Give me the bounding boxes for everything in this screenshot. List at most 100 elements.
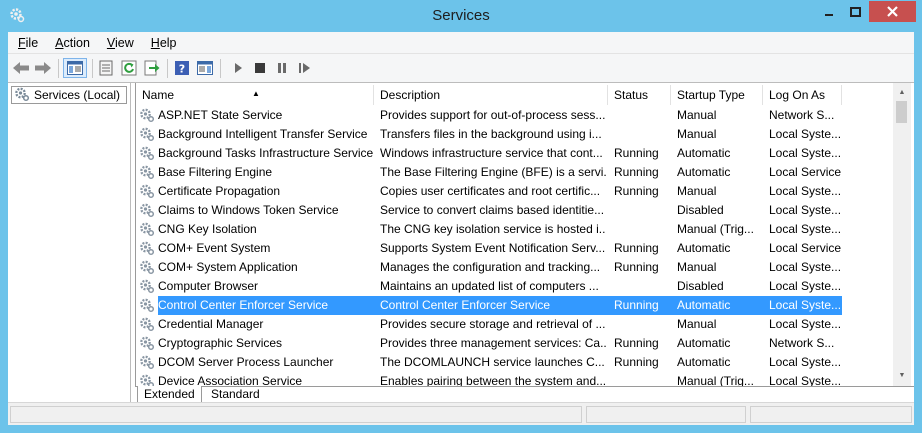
table-row-selected[interactable]: Control Center Enforcer Service Control C… (136, 296, 842, 315)
service-name: ASP.NET State Service (158, 108, 283, 122)
service-description: Copies user certificates and root certif… (380, 184, 601, 198)
help-icon[interactable]: ? (172, 58, 192, 78)
service-description: Manages the configuration and tracking..… (380, 260, 601, 274)
service-log-on-as: Local Service (769, 165, 842, 179)
show-action-pane-icon[interactable] (195, 58, 215, 78)
service-log-on-as: Local Syste... (769, 260, 842, 274)
scroll-up-icon[interactable]: ▲ (897, 87, 907, 97)
service-name: Control Center Enforcer Service (158, 298, 329, 312)
service-status: Running (614, 241, 659, 255)
services-window: Services File Action View Help ? Service… (0, 0, 922, 433)
service-gear-icon (139, 259, 155, 275)
forward-arrow-icon[interactable] (33, 58, 53, 78)
restart-service-icon[interactable] (295, 58, 315, 78)
table-row[interactable]: Background Intelligent Transfer Service T… (136, 125, 842, 144)
service-startup-type: Manual (677, 317, 717, 331)
service-description: Service to convert claims based identiti… (380, 203, 605, 217)
minimize-button[interactable] (815, 1, 842, 22)
services-gear-icon (14, 86, 30, 105)
service-log-on-as: Local Syste... (769, 184, 842, 198)
table-row[interactable]: Claims to Windows Token Service Service t… (136, 201, 842, 220)
table-row[interactable]: Background Tasks Infrastructure Service W… (136, 144, 842, 163)
service-log-on-as: Local Syste... (769, 298, 842, 312)
table-row[interactable]: DCOM Server Process Launcher The DCOMLAUN… (136, 353, 842, 372)
menu-file[interactable]: File (8, 36, 45, 50)
properties-icon[interactable] (96, 58, 116, 78)
service-gear-icon (139, 278, 155, 294)
window-title: Services (432, 7, 490, 24)
service-log-on-as: Local Syste... (769, 146, 842, 160)
column-header-log-on-as[interactable]: Log On As (763, 85, 842, 105)
service-startup-type: Manual (677, 108, 717, 122)
column-header-name[interactable]: Name ▲ (136, 85, 374, 105)
service-name: CNG Key Isolation (158, 222, 257, 236)
service-startup-type: Manual (Trig... (677, 374, 754, 386)
table-row[interactable]: ASP.NET State Service Provides support fo… (136, 106, 842, 125)
vertical-scrollbar[interactable]: ▲ ▼ (893, 83, 911, 386)
menu-view[interactable]: View (97, 36, 141, 50)
status-pane (10, 406, 582, 423)
service-log-on-as: Local Service (769, 241, 842, 255)
service-log-on-as: Network S... (769, 336, 835, 350)
service-gear-icon (139, 354, 155, 370)
menu-action[interactable]: Action (45, 36, 97, 50)
service-gear-icon (139, 221, 155, 237)
service-status: Running (614, 165, 659, 179)
table-row[interactable]: COM+ Event System Supports System Event N… (136, 239, 842, 258)
service-name: Background Intelligent Transfer Service (158, 127, 368, 141)
service-log-on-as: Network S... (769, 108, 835, 122)
service-status: Running (614, 184, 659, 198)
service-startup-type: Disabled (677, 203, 724, 217)
service-description: The DCOMLAUNCH service launches C... (380, 355, 605, 369)
table-row[interactable]: Device Association Service Enables pairin… (136, 372, 842, 386)
column-header-description[interactable]: Description (374, 85, 608, 105)
menu-help[interactable]: Help (141, 36, 184, 50)
title-bar[interactable]: Services (0, 0, 922, 32)
service-name: Base Filtering Engine (158, 165, 273, 179)
service-gear-icon (139, 335, 155, 351)
column-header-startup-type[interactable]: Startup Type (671, 85, 763, 105)
console-tree: Services (Local) (8, 83, 131, 403)
scroll-down-icon[interactable]: ▼ (897, 370, 907, 380)
svg-text:?: ? (179, 63, 185, 76)
table-row[interactable]: Cryptographic Services Provides three man… (136, 334, 842, 353)
table-row[interactable]: Base Filtering Engine The Base Filtering … (136, 163, 842, 182)
scrollbar-thumb[interactable] (896, 101, 907, 123)
tree-item-services-local[interactable]: Services (Local) (11, 86, 127, 104)
service-name: Background Tasks Infrastructure Service (158, 146, 374, 160)
close-button[interactable] (869, 1, 916, 22)
maximize-button[interactable] (842, 1, 869, 22)
service-description: Control Center Enforcer Service (380, 298, 551, 312)
table-row[interactable]: CNG Key Isolation The CNG key isolation s… (136, 220, 842, 239)
service-description: Provides three management services: Ca..… (380, 336, 606, 350)
table-row[interactable]: Certificate Propagation Copies user certi… (136, 182, 842, 201)
sort-ascending-icon: ▲ (252, 89, 260, 98)
status-pane (750, 406, 912, 423)
table-row[interactable]: Computer Browser Maintains an updated lis… (136, 277, 842, 296)
service-description: The CNG key isolation service is hosted … (380, 222, 606, 236)
start-service-icon[interactable] (228, 58, 248, 78)
service-gear-icon (139, 107, 155, 123)
refresh-icon[interactable] (119, 58, 139, 78)
service-log-on-as: Local Syste... (769, 222, 842, 236)
service-name: Claims to Windows Token Service (158, 203, 339, 217)
toolbar-separator (220, 59, 221, 78)
export-list-icon[interactable] (142, 58, 162, 78)
service-startup-type: Automatic (677, 298, 731, 312)
service-log-on-as: Local Syste... (769, 355, 842, 369)
stop-service-icon[interactable] (250, 58, 270, 78)
table-row[interactable]: Credential Manager Provides secure storag… (136, 315, 842, 334)
column-header-status[interactable]: Status (608, 85, 671, 105)
service-status: Running (614, 146, 659, 160)
service-gear-icon (139, 145, 155, 161)
service-status: Running (614, 336, 659, 350)
service-description: Supports System Event Notification Serv.… (380, 241, 606, 255)
table-row[interactable]: COM+ System Application Manages the confi… (136, 258, 842, 277)
pause-service-icon[interactable] (272, 58, 292, 78)
back-arrow-icon[interactable] (11, 58, 31, 78)
show-console-tree-icon[interactable] (63, 58, 87, 78)
services-list[interactable]: Name ▲ Description Status Startup Type L… (135, 83, 914, 386)
service-gear-icon (139, 126, 155, 142)
service-description: Enables pairing between the system and..… (380, 374, 606, 386)
column-header-row: Name ▲ Description Status Startup Type L… (136, 85, 896, 105)
